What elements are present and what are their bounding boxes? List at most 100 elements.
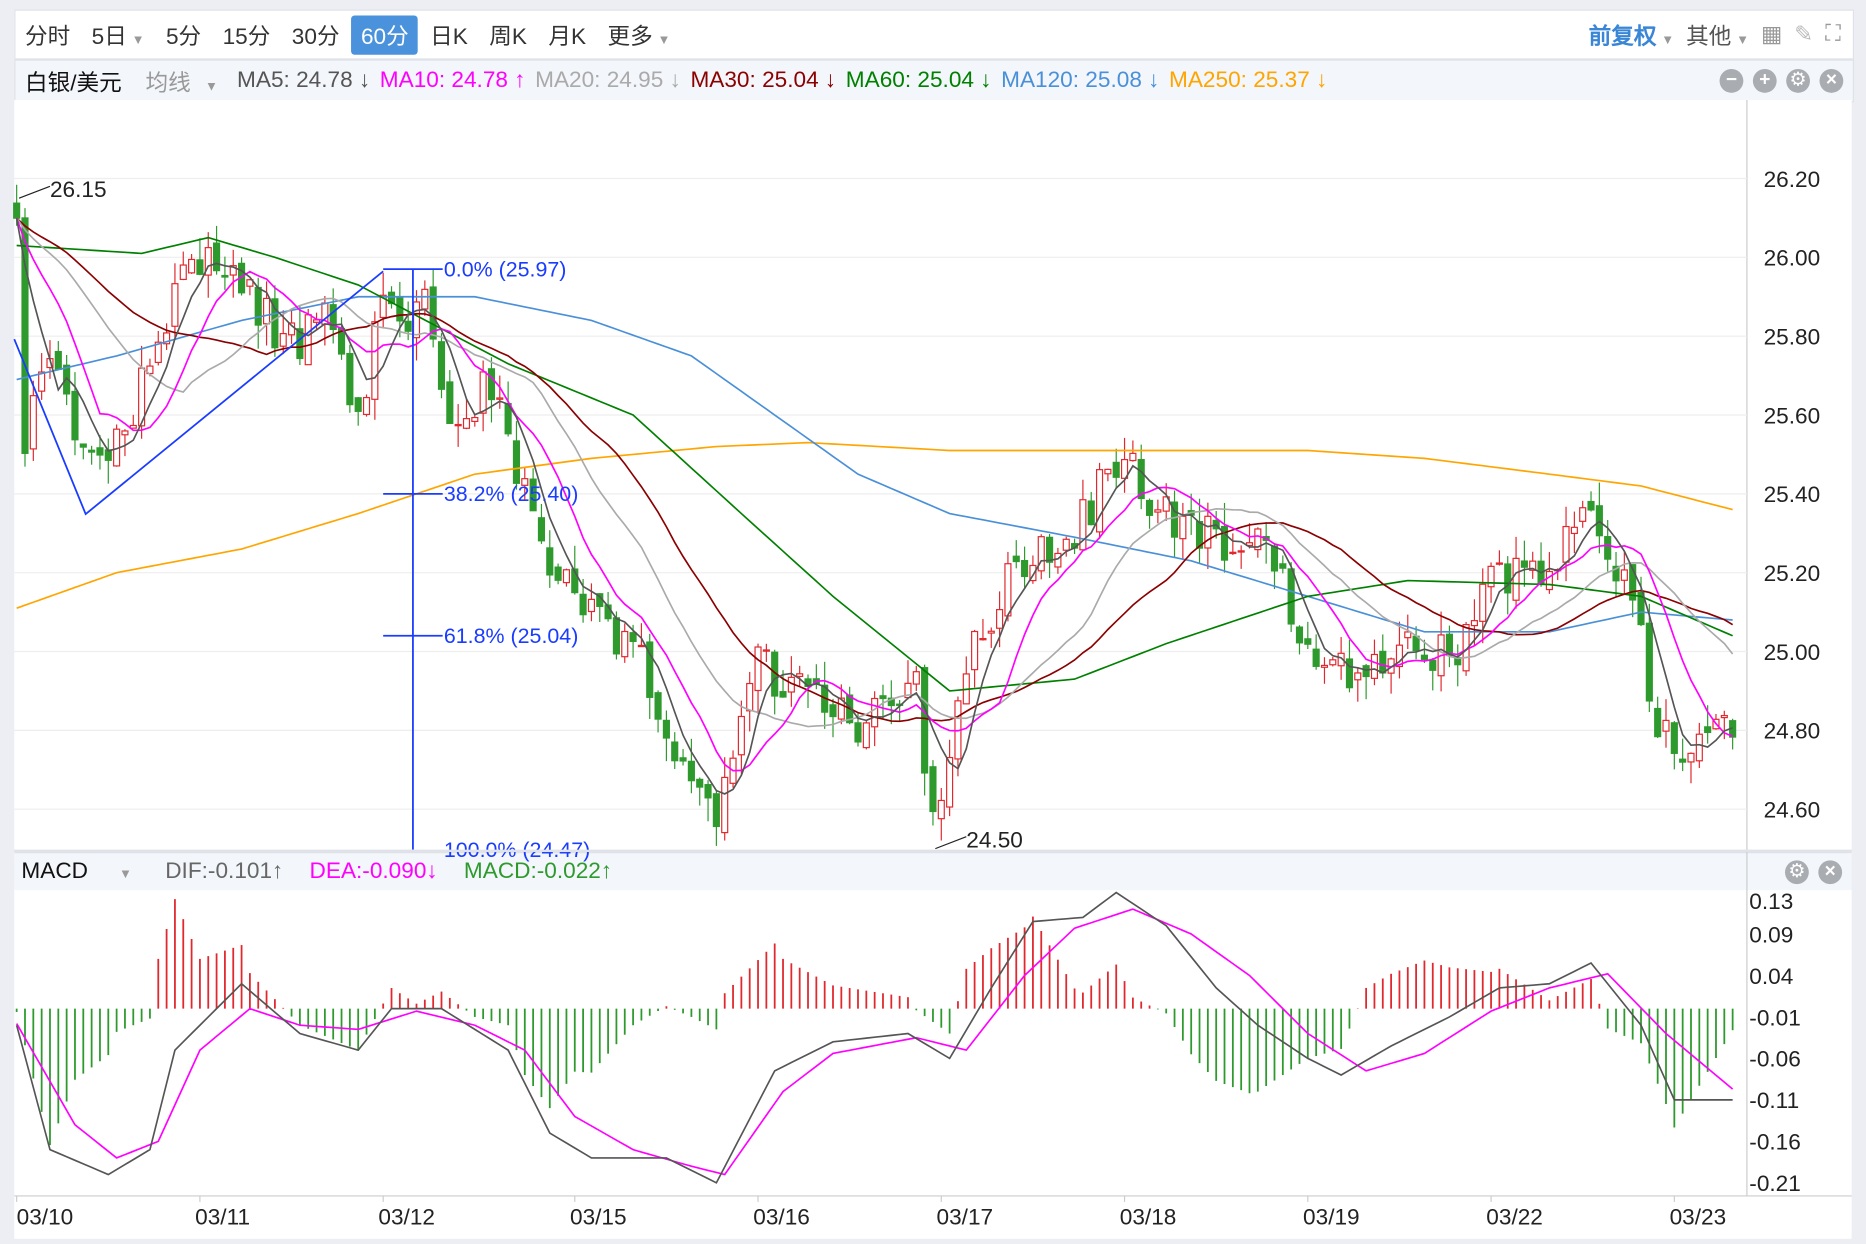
candle-body (296, 328, 304, 360)
candle-body (1279, 563, 1287, 569)
ma-selector-label: 均线 (145, 70, 191, 96)
candle-body (787, 676, 795, 693)
candle-body (1154, 509, 1162, 513)
candle-body (1712, 718, 1720, 730)
candle-body (1270, 545, 1279, 572)
ma-selector[interactable]: 均线 ▼ (146, 65, 228, 97)
annotation-label: 26.15 (50, 177, 107, 202)
adjust-dropdown[interactable]: 前复权 ▼ (1589, 18, 1675, 50)
candle-body (379, 294, 387, 319)
candle-body (1004, 563, 1012, 617)
settings-gear-icon[interactable]: ⚙ (1786, 69, 1810, 93)
close-icon[interactable]: × (1818, 860, 1843, 885)
candle-body (879, 695, 887, 700)
tab-30min[interactable]: 30分 (282, 15, 349, 54)
ma30-line (16, 217, 1734, 723)
close-icon[interactable]: × (1819, 69, 1844, 93)
candle-body (1379, 650, 1387, 674)
tab-monthly[interactable]: 月K (539, 15, 596, 54)
candle-body (1395, 644, 1404, 668)
tab-daily[interactable]: 日K (421, 15, 478, 54)
ma-legend-item: MA120: 25.08 ↓ (1001, 67, 1160, 93)
ma-legend-item: MA60: 25.04 ↓ (845, 67, 992, 93)
candle-body (21, 217, 29, 454)
candle-body (421, 288, 429, 310)
candle-body (679, 757, 687, 762)
zoom-out-icon[interactable]: − (1719, 69, 1744, 93)
candle-body (579, 593, 587, 616)
candle-body (1679, 758, 1687, 763)
candle-body (687, 760, 695, 782)
macd-tick-label: -0.11 (1749, 1088, 1799, 1113)
candle-body (1312, 648, 1320, 667)
candle-body (1204, 515, 1212, 549)
ma60-line (16, 236, 1733, 692)
tab-timeshare[interactable]: 分时 (15, 15, 79, 54)
candle-body (1320, 664, 1329, 668)
candle-body (1254, 528, 1262, 551)
candle-body (737, 715, 745, 756)
candle-body (987, 630, 995, 634)
candle-body (1512, 557, 1520, 601)
other-label: 其他 (1686, 24, 1732, 50)
tab-5min[interactable]: 5分 (156, 15, 210, 54)
candle-body (704, 784, 712, 799)
layout-icon[interactable]: ▦ (1761, 21, 1782, 48)
ma-legend: MA5: 24.78 ↓ MA10: 24.78 ↑ MA20: 24.95 ↓ MA… (237, 68, 1337, 94)
candle-body (621, 630, 629, 658)
tab-15min[interactable]: 15分 (213, 15, 280, 54)
candle-body (446, 381, 454, 424)
macd-tick-label: 0.09 (1749, 922, 1793, 947)
date-tick-label: 03/18 (1120, 1205, 1177, 1230)
tab-60min[interactable]: 60分 (351, 14, 419, 55)
candle-body (113, 428, 121, 467)
other-dropdown[interactable]: 其他 ▼ (1686, 18, 1749, 50)
macd-selector[interactable]: MACD ▼ (21, 859, 158, 885)
candle-body (13, 202, 21, 219)
candle-body (1404, 631, 1412, 639)
candle-body (604, 604, 612, 620)
candle-body (1287, 568, 1295, 625)
candle-body (1387, 658, 1395, 674)
candle-body (1304, 638, 1312, 645)
draw-pen-icon[interactable]: ✎ (1794, 21, 1813, 48)
candle-body (1179, 515, 1187, 540)
candle-body (971, 630, 979, 671)
zoom-in-icon[interactable]: + (1752, 69, 1777, 93)
ma120-line (16, 295, 1733, 633)
candle-body (188, 258, 196, 274)
price-tick-label: 25.00 (1764, 640, 1821, 665)
candle-body (1412, 635, 1420, 652)
macd-axis-area (1746, 890, 1852, 1196)
candle-body (954, 700, 962, 760)
candle-body (213, 242, 221, 272)
macd-name: MACD (21, 859, 89, 885)
candle-body (1245, 542, 1254, 547)
candle-body (662, 719, 670, 739)
candle-body (554, 566, 562, 581)
macd-tick-label: -0.01 (1749, 1005, 1801, 1030)
fullscreen-icon[interactable]: ⛶ (1825, 21, 1841, 47)
candle-body (1170, 501, 1179, 538)
candle-body (346, 352, 354, 406)
price-tick-label: 26.20 (1764, 167, 1821, 192)
candle-body (429, 286, 437, 340)
candle-body (1062, 538, 1070, 551)
candle-body (1662, 719, 1670, 732)
candle-body (1087, 500, 1095, 526)
chart-canvas[interactable]: 26.20 26.00 25.80 25.60 25.40 25.20 25.00 24.80… (0, 0, 1866, 1244)
tab-5day[interactable]: 5日 ▼ (82, 15, 154, 54)
macd-histogram (15, 899, 1734, 1146)
tab-weekly[interactable]: 周K (480, 15, 537, 54)
settings-gear-icon[interactable]: ⚙ (1785, 860, 1809, 885)
period-toolbar: 分时 5日 ▼ 5分 15分 30分 60分 日K 周K 月K 更多 ▼ 前复权 ▼ … (14, 9, 1855, 60)
candle-body (329, 304, 337, 330)
candle-body (1054, 552, 1062, 568)
candle-body (1337, 652, 1345, 667)
tab-more[interactable]: 更多 ▼ (598, 15, 680, 54)
candle-body (1654, 707, 1662, 738)
fib-level-label: 61.8% (25.04) (444, 624, 578, 648)
candle-body (287, 322, 296, 336)
candle-body (1195, 521, 1204, 549)
dif-line (15, 891, 1733, 1184)
